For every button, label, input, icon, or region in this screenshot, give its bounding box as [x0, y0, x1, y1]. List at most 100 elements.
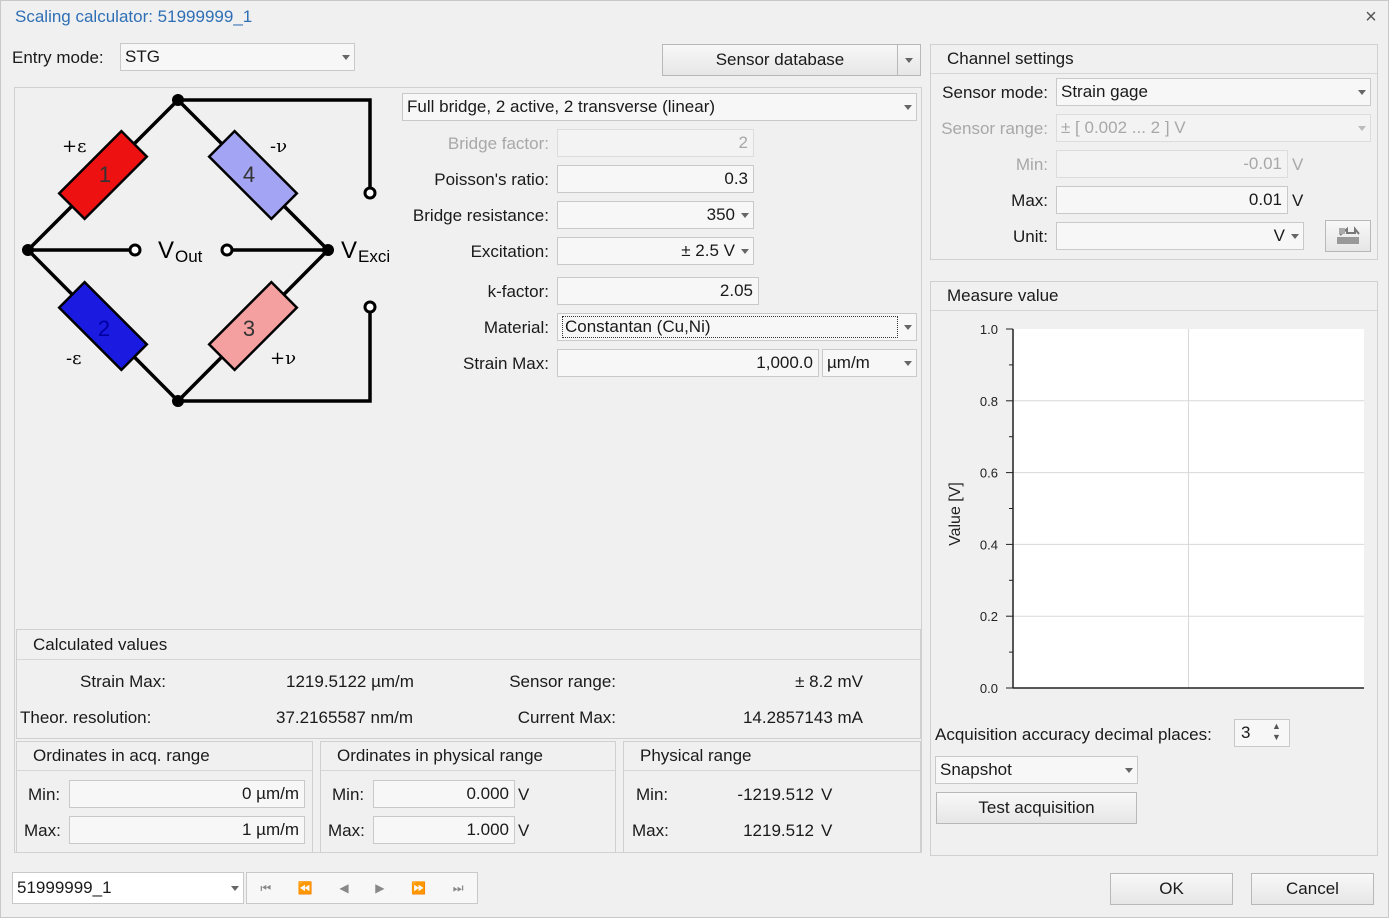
- phys-min-value: -1219.512: [737, 785, 814, 804]
- chevron-down-icon: [1358, 89, 1366, 95]
- ord-acq-min-field[interactable]: 0 µm/m: [69, 780, 305, 808]
- material-select[interactable]: Constantan (Cu,Ni): [557, 313, 917, 341]
- chevron-down-icon: [231, 885, 239, 891]
- phys-max-value: 1219.512: [743, 821, 814, 840]
- calc-current-max-value: 14.2857143 mA: [742, 708, 863, 727]
- channel-max-label: Max:: [1011, 191, 1048, 210]
- next-record-icon[interactable]: ▶: [375, 881, 384, 895]
- chevron-down-icon: [741, 248, 749, 254]
- gauge-3-number: 3: [243, 316, 255, 341]
- channel-select[interactable]: 51999999_1: [12, 872, 244, 904]
- measure-value-header: Measure value: [931, 282, 1377, 311]
- poisson-ratio-field[interactable]: 0.3: [557, 165, 754, 193]
- y-tick-label: 0.4: [980, 537, 998, 552]
- chevron-down-icon: [1358, 125, 1366, 131]
- chevron-down-icon: [904, 324, 912, 330]
- phys-min-label: Min:: [636, 785, 669, 804]
- sensor-database-dropdown[interactable]: [897, 44, 921, 76]
- bridge-factor-field: 2: [557, 129, 754, 157]
- sensor-database-button[interactable]: Sensor database: [662, 44, 898, 76]
- entry-mode-label: Entry mode:: [12, 48, 104, 67]
- strain-max-field[interactable]: 1,000.0: [557, 349, 819, 377]
- channel-min-field: -0.01: [1056, 150, 1288, 178]
- channel-min-unit: V: [1292, 155, 1304, 174]
- chevron-down-icon: [1291, 233, 1299, 239]
- ord-acq-max-label: Max:: [24, 821, 61, 840]
- next-page-icon[interactable]: ⏩: [411, 881, 426, 895]
- k-factor-label: k-factor:: [487, 282, 549, 301]
- acquisition-mode-select[interactable]: Snapshot: [935, 756, 1138, 784]
- poisson-ratio-label: Poisson's ratio:: [434, 170, 549, 189]
- gauge-1-number: 1: [99, 162, 111, 187]
- phys-max-label: Max:: [632, 821, 669, 840]
- measure-value-chart: 0.0 0.2 0.4 0.6 0.8 1.0 Value [V]: [947, 322, 1364, 696]
- label-minus-epsilon: -ε: [66, 348, 81, 369]
- channel-min-label: Min:: [1015, 155, 1048, 174]
- chevron-down-icon: [905, 57, 913, 63]
- excitation-label: Excitation:: [470, 242, 549, 261]
- chevron-down-icon: [1125, 767, 1133, 773]
- k-factor-field[interactable]: 2.05: [557, 277, 759, 305]
- chevron-down-icon: [904, 104, 912, 110]
- decimal-places-stepper[interactable]: 3: [1234, 719, 1290, 747]
- calc-strain-max-value: 1219.5122 µm/m: [286, 672, 414, 691]
- ord-phys-max-field[interactable]: 1.000: [373, 816, 515, 844]
- phys-max-unit: V: [821, 821, 833, 840]
- unit-select[interactable]: V: [1056, 222, 1304, 250]
- ord-phys-min-unit: V: [518, 785, 530, 804]
- bridge-diagram: 1 4 2 3 +ε -ν -ε +ν V Out V Exci: [22, 94, 390, 407]
- ord-phys-max-label: Max:: [328, 821, 365, 840]
- bridge-factor-label: Bridge factor:: [447, 134, 549, 153]
- sensor-mode-select[interactable]: Strain gage: [1056, 78, 1371, 106]
- excitation-select[interactable]: ± 2.5 V: [557, 237, 754, 265]
- gauge-4-number: 4: [243, 162, 255, 187]
- vout-label: V: [158, 237, 174, 264]
- previous-record-icon[interactable]: ◀: [339, 881, 348, 895]
- vexc-label: V: [341, 237, 357, 264]
- calculated-values-header: Calculated values: [17, 630, 920, 660]
- ord-acq-min-label: Min:: [28, 785, 61, 804]
- convert-icon: [1337, 226, 1360, 244]
- close-icon[interactable]: ×: [1362, 6, 1380, 29]
- label-minus-nu: -ν: [270, 136, 287, 157]
- stepper-arrows-icon[interactable]: ▲ ▼: [1272, 721, 1281, 743]
- sensor-range-select: ± [ 0.002 ... 2 ] V: [1056, 114, 1371, 142]
- chevron-down-icon: [342, 54, 350, 60]
- y-tick-label: 0.0: [980, 681, 998, 696]
- last-record-icon[interactable]: ⏭: [453, 881, 464, 896]
- material-label: Material:: [483, 318, 549, 337]
- unit-label: Unit:: [1013, 227, 1048, 246]
- calc-resolution-value: 37.2165587 nm/m: [276, 708, 414, 727]
- y-tick-label: 0.6: [980, 466, 998, 481]
- strain-unit-select[interactable]: µm/m: [822, 349, 917, 377]
- channel-max-unit: V: [1292, 191, 1304, 210]
- label-plus-nu: +ν: [270, 348, 296, 369]
- ok-button[interactable]: OK: [1110, 873, 1233, 905]
- ord-phys-min-label: Min:: [332, 785, 365, 804]
- calc-sensor-range-value: ± 8.2 mV: [795, 672, 863, 691]
- window-title: Scaling calculator: 51999999_1: [15, 7, 253, 26]
- entry-mode-select[interactable]: STG: [120, 43, 355, 71]
- y-tick-label: 1.0: [980, 322, 998, 337]
- calc-strain-max-label: Strain Max:: [80, 672, 166, 691]
- calc-sensor-range-label: Sensor range:: [509, 672, 616, 691]
- vout-subscript: Out: [175, 247, 203, 266]
- channel-max-field[interactable]: 0.01: [1056, 186, 1288, 214]
- bridge-resistance-select[interactable]: 350: [557, 201, 754, 229]
- calc-resolution-label: Theor. resolution:: [20, 708, 152, 727]
- previous-page-icon[interactable]: ⏪: [298, 881, 313, 895]
- y-tick-label: 0.8: [980, 394, 998, 409]
- ord-phys-min-field[interactable]: 0.000: [373, 780, 515, 808]
- physical-range-header: Physical range: [624, 742, 920, 771]
- ord-acq-max-field[interactable]: 1 µm/m: [69, 816, 305, 844]
- test-acquisition-button[interactable]: Test acquisition: [936, 792, 1137, 824]
- bridge-type-select[interactable]: Full bridge, 2 active, 2 transverse (lin…: [402, 93, 917, 121]
- calc-current-max-label: Current Max:: [517, 708, 616, 727]
- record-navigator: ⏮ ⏪ ◀ ▶ ⏩ ⏭: [246, 872, 478, 904]
- decimal-places-label: Acquisition accuracy decimal places:: [935, 725, 1212, 744]
- cancel-button[interactable]: Cancel: [1251, 873, 1374, 905]
- first-record-icon[interactable]: ⏮: [260, 881, 271, 896]
- phys-min-unit: V: [821, 785, 833, 804]
- apply-unit-button[interactable]: [1325, 220, 1371, 252]
- chevron-down-icon: [741, 212, 749, 218]
